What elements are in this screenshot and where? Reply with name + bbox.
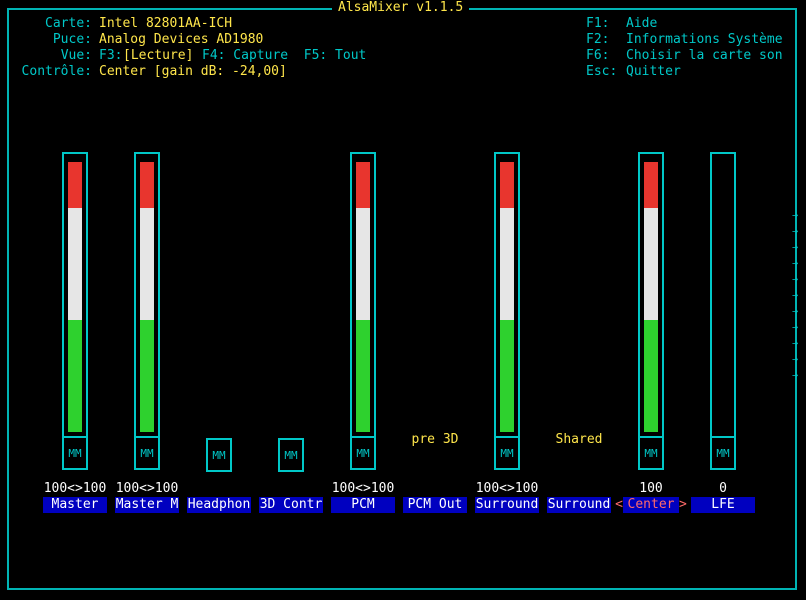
mute-toggle[interactable]: MM: [494, 436, 520, 470]
arrow-right-icon: →: [792, 274, 799, 285]
help-text: Quitter: [626, 64, 681, 79]
help-text: Aide: [626, 16, 658, 31]
mute-toggle[interactable]: MM: [638, 436, 664, 470]
help-text: Informations Système: [626, 32, 783, 47]
app-title: AlsaMixer v1.1.5: [332, 0, 470, 16]
mute-toggle[interactable]: MM: [62, 436, 88, 470]
control-label: Contrôle:: [21, 64, 92, 79]
volume-value: 100: [639, 481, 663, 496]
arrow-right-icon: →: [792, 354, 799, 365]
help-key[interactable]: Esc:: [586, 64, 617, 80]
channel-label[interactable]: Master: [43, 497, 107, 513]
mute-toggle[interactable]: MM: [350, 436, 376, 470]
volume-level-fill: [716, 162, 730, 432]
enum-value[interactable]: Shared: [543, 432, 615, 448]
volume-level-fill: [500, 162, 514, 432]
volume-slider[interactable]: MM: [638, 152, 664, 470]
arrow-right-icon: →: [792, 210, 799, 221]
channel-label[interactable]: PCM: [331, 497, 395, 513]
volume-value: 100<>100: [115, 481, 179, 496]
channel-label[interactable]: LFE: [691, 497, 755, 513]
enum-value[interactable]: pre 3D: [399, 432, 471, 448]
view-other-tabs[interactable]: F4: Capture F5: Tout: [202, 48, 366, 64]
card-value: Intel 82801AA-ICH: [99, 16, 233, 31]
chip-label: Puce:: [52, 32, 92, 47]
volume-slider[interactable]: MM: [62, 152, 88, 470]
chip-value: Analog Devices AD1980: [99, 32, 264, 47]
arrow-right-icon: →: [792, 226, 799, 237]
arrow-right-icon: →: [792, 338, 799, 349]
arrow-right-icon: →: [792, 290, 799, 301]
mute-toggle[interactable]: MM: [710, 436, 736, 470]
volume-value: 100<>100: [43, 481, 107, 496]
volume-level-fill: [140, 162, 154, 432]
channel-label[interactable]: 3D Contr: [259, 497, 323, 513]
volume-slider[interactable]: MM: [134, 152, 160, 470]
channel-label[interactable]: Surround: [475, 497, 539, 513]
volume-value: 100<>100: [475, 481, 539, 496]
volume-slider[interactable]: MM: [350, 152, 376, 470]
help-key[interactable]: F6:: [586, 48, 609, 64]
volume-slider[interactable]: MM: [494, 152, 520, 470]
channel-label[interactable]: Headphon: [187, 497, 251, 513]
view-lecture-tab[interactable]: [Lecture]: [123, 48, 193, 64]
channel-label[interactable]: < Center >: [613, 497, 689, 513]
control-value: Center [gain dB: -24,00]: [99, 64, 287, 79]
view-f3-key[interactable]: F3:: [99, 48, 122, 64]
view-label: Vue:: [60, 48, 92, 63]
help-key[interactable]: F1:: [586, 16, 609, 32]
help-key[interactable]: F2:: [586, 32, 609, 48]
mute-toggle[interactable]: MM: [278, 438, 304, 472]
arrow-right-icon: →: [792, 322, 799, 333]
volume-slider[interactable]: MM: [710, 152, 736, 470]
mute-toggle[interactable]: MM: [134, 436, 160, 470]
volume-level-fill: [68, 162, 82, 432]
volume-value: 100<>100: [331, 481, 395, 496]
help-text: Choisir la carte son: [626, 48, 783, 63]
volume-level-fill: [356, 162, 370, 432]
mute-toggle[interactable]: MM: [206, 438, 232, 472]
channel-label[interactable]: Master M: [115, 497, 179, 513]
channel-label[interactable]: PCM Out: [403, 497, 467, 513]
channel-label[interactable]: Surround: [547, 497, 611, 513]
scroll-right-indicator: → → → → → → → → → → →: [792, 208, 798, 384]
volume-value: 0: [719, 481, 727, 496]
card-label: Carte:: [45, 16, 92, 31]
arrow-right-icon: →: [792, 258, 799, 269]
arrow-right-icon: →: [792, 242, 799, 253]
volume-level-fill: [644, 162, 658, 432]
arrow-right-icon: →: [792, 306, 799, 317]
arrow-right-icon: →: [792, 370, 799, 381]
